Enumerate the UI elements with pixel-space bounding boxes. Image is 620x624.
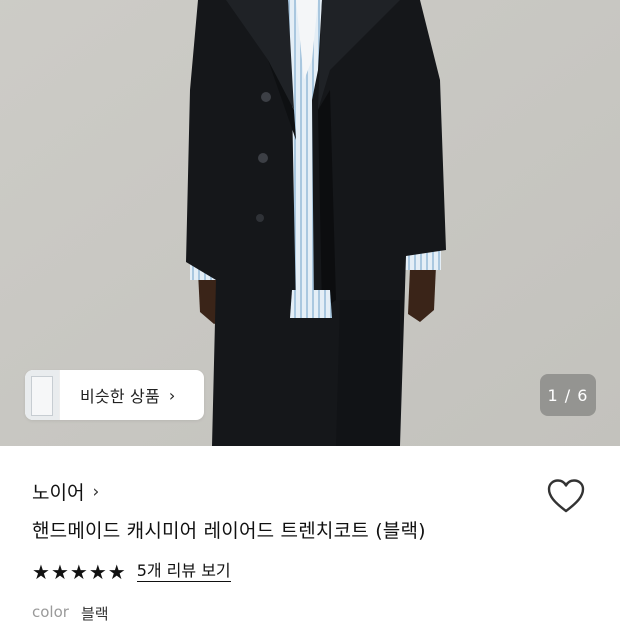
product-image-carousel[interactable]: 비슷한 상품 › 1 / 6	[0, 0, 620, 446]
wishlist-heart-icon[interactable]	[546, 478, 586, 514]
star-filled-icon: ★	[107, 559, 126, 584]
star-filled-icon: ★	[69, 559, 88, 584]
similar-products-button[interactable]: 비슷한 상품 ›	[25, 370, 204, 420]
color-option-row: color 블랙	[32, 603, 109, 624]
color-value: 블랙	[80, 605, 109, 623]
star-filled-icon: ★	[32, 559, 50, 584]
chevron-right-icon: ›	[92, 481, 100, 502]
similar-products-label: 비슷한 상품	[80, 387, 160, 406]
brand-name: 노이어	[32, 482, 85, 504]
chevron-right-icon: ›	[168, 385, 176, 405]
brand-link[interactable]: 노이어 ›	[32, 478, 99, 505]
rating-row: ★ ★ ★ ★ ★ 5개 리뷰 보기	[32, 561, 231, 582]
similar-product-thumbnail	[25, 370, 60, 420]
view-reviews-link[interactable]: 5개 리뷰 보기	[136, 561, 231, 582]
star-filled-icon: ★	[88, 559, 107, 584]
color-label: color	[32, 603, 69, 621]
star-filled-icon: ★	[50, 559, 69, 584]
image-counter: 1 / 6	[540, 374, 596, 416]
product-title: 핸드메이드 캐시미어 레이어드 트렌치코트 (블랙)	[32, 520, 426, 542]
rating-stars: ★ ★ ★ ★ ★	[32, 562, 127, 582]
